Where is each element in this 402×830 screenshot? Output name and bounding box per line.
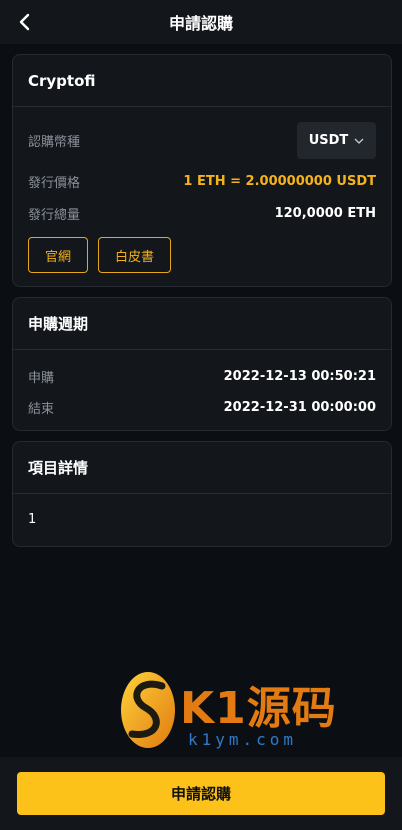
- price-label: 發行價格: [28, 176, 81, 191]
- currency-value: USDT: [308, 133, 349, 148]
- watermark-logo-icon: [121, 672, 175, 748]
- price-row: 發行價格 1 ETH = 2.00000000 USDT: [28, 172, 376, 191]
- app-header: 申請認購: [0, 0, 402, 44]
- chevron-down-icon: [354, 138, 364, 144]
- details-card: 項目詳情 1: [12, 441, 392, 547]
- currency-label: 認購幣種: [28, 135, 81, 150]
- start-label: 申購: [28, 371, 55, 386]
- website-button[interactable]: 官網: [28, 237, 88, 273]
- period-title: 申購週期: [13, 298, 391, 350]
- details-title: 項目詳情: [13, 442, 391, 494]
- total-label: 發行總量: [28, 208, 81, 223]
- project-name: Cryptofi: [13, 55, 391, 107]
- price-value: 1 ETH = 2.00000000 USDT: [183, 174, 376, 189]
- details-content: 1: [28, 512, 37, 527]
- start-value: 2022-12-13 00:50:21: [223, 369, 376, 384]
- end-row: 結束 2022-12-31 00:00:00: [28, 398, 376, 417]
- page-title: 申請認購: [168, 14, 233, 33]
- project-card: Cryptofi 認購幣種 USDT 發行價格 1 ETH = 2.000000…: [12, 54, 392, 287]
- chevron-left-icon: [19, 13, 30, 31]
- total-row: 發行總量 120,0000 ETH: [28, 204, 376, 223]
- period-card: 申購週期 申購 2022-12-13 00:50:21 結束 2022-12-3…: [12, 297, 392, 431]
- end-value: 2022-12-31 00:00:00: [223, 400, 376, 415]
- watermark: K1源码 k1ym.com: [118, 668, 338, 752]
- details-row: 1: [28, 512, 376, 527]
- watermark-url: k1ym.com: [188, 730, 298, 749]
- submit-button[interactable]: 申請認購: [17, 772, 385, 815]
- watermark-brand: K1源码: [180, 683, 337, 734]
- back-button[interactable]: [14, 11, 34, 33]
- end-label: 結束: [28, 402, 55, 417]
- whitepaper-button[interactable]: 白皮書: [98, 237, 171, 273]
- start-row: 申購 2022-12-13 00:50:21: [28, 367, 376, 386]
- total-value: 120,0000 ETH: [274, 206, 376, 221]
- footer-bar: 申請認購: [0, 757, 402, 830]
- currency-row: 認購幣種: [28, 131, 80, 150]
- currency-select[interactable]: USDT: [297, 122, 376, 159]
